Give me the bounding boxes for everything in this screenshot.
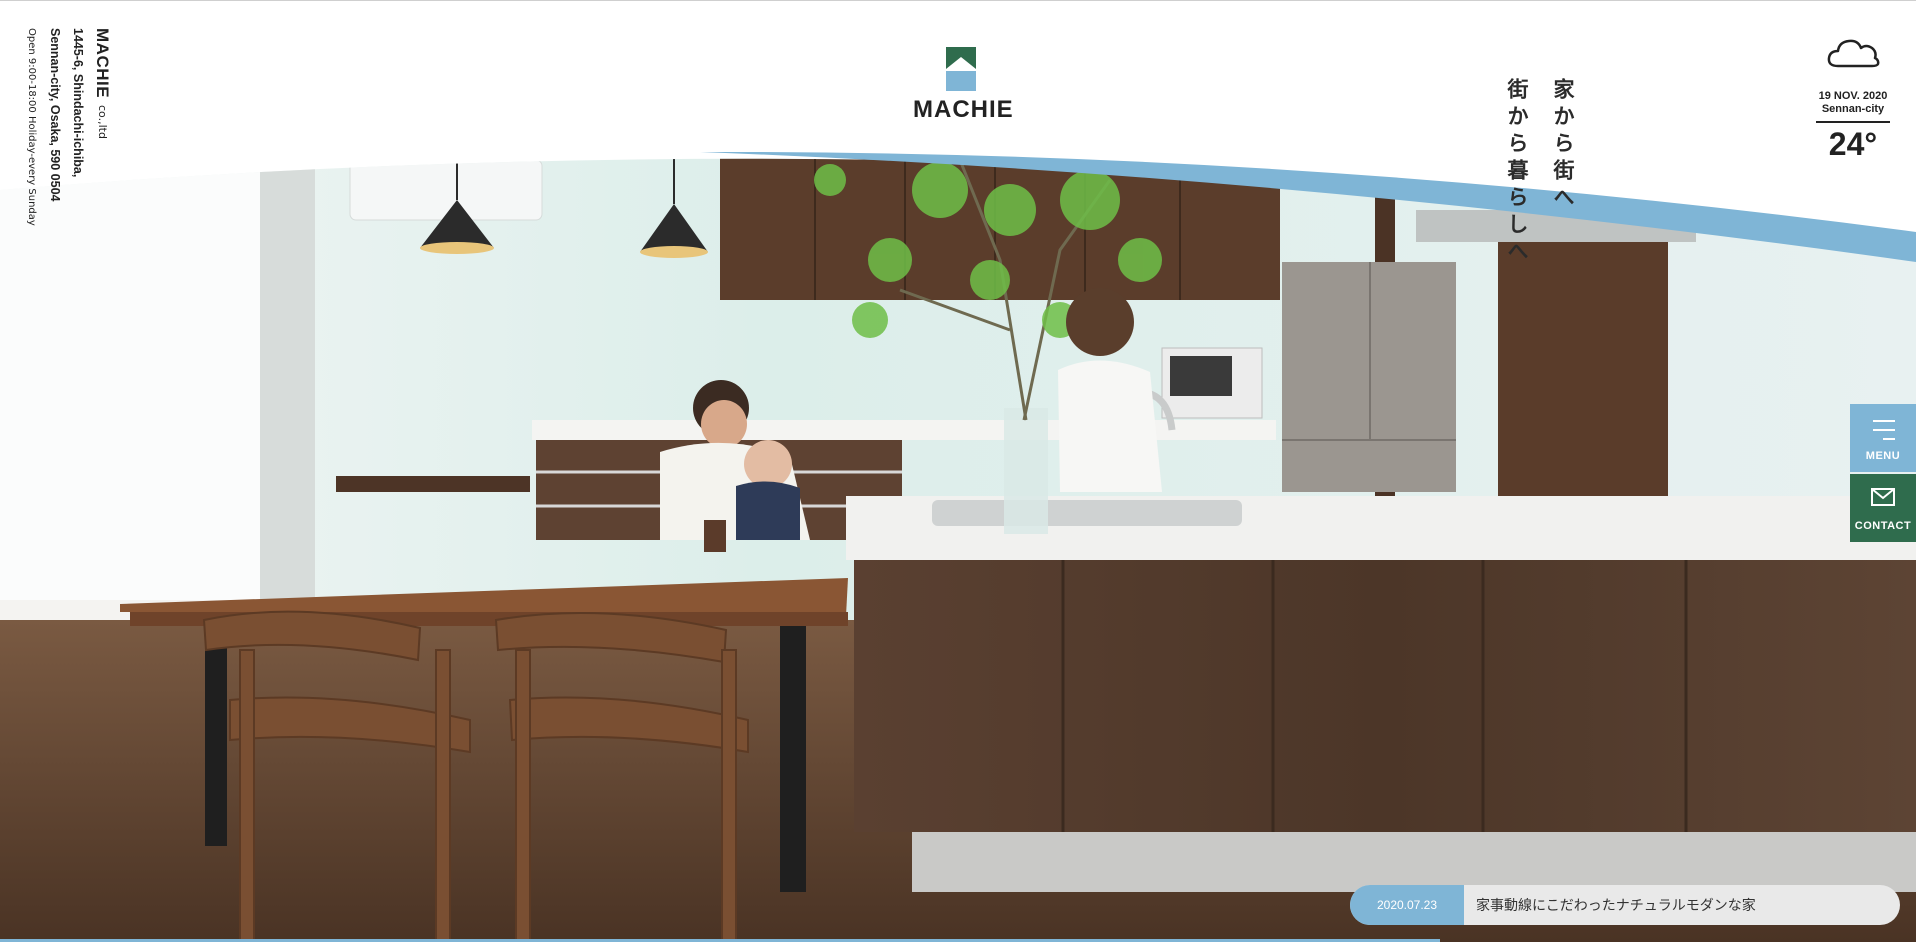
- news-title: 家事動線にこだわったナチュラルモダンな家: [1476, 898, 1756, 914]
- tagline: 家から街へ 街から暮らしへ: [1494, 78, 1586, 268]
- weather-temperature: 24°: [1828, 126, 1878, 162]
- cloud-icon: [1814, 36, 1892, 74]
- weather-date: 19 NOV. 2020: [1818, 90, 1888, 102]
- company-name: MACHIE: [93, 28, 112, 99]
- company-suffix: co.,ltd: [96, 105, 109, 140]
- company-address-line-2: Sennan-city, Osaka, 590 0504: [48, 28, 62, 202]
- site-logo[interactable]: MACHIE: [913, 47, 1014, 124]
- company-name-block: MACHIE co.,ltd: [92, 28, 112, 288]
- news-ticker[interactable]: 2020.07.23 家事動線にこだわったナチュラルモダンな家: [1350, 885, 1900, 925]
- hamburger-icon: [1873, 420, 1895, 447]
- company-info: MACHIE co.,ltd 1445-6, Shindachi-ichiba,…: [24, 28, 112, 288]
- menu-button[interactable]: MENU: [1850, 404, 1916, 472]
- tagline-line-2: 街から暮らしへ: [1505, 78, 1530, 267]
- contact-label: CONTACT: [1854, 520, 1912, 532]
- logo-text: MACHIE: [913, 96, 1014, 123]
- logo-mark-icon: [946, 47, 976, 91]
- mail-icon: [1871, 488, 1895, 510]
- news-date: 2020.07.23: [1350, 885, 1464, 925]
- weather-city: Sennan-city: [1821, 103, 1885, 115]
- company-hours: Open 9:00-18:00 Holiday-every Sunday: [26, 28, 37, 226]
- weather-divider: [1816, 121, 1890, 123]
- company-address-line-1: 1445-6, Shindachi-ichiba,: [71, 28, 85, 178]
- tagline-line-1: 家から街へ: [1551, 78, 1576, 213]
- menu-label: MENU: [1865, 450, 1901, 462]
- hero-image: [0, 0, 1916, 942]
- weather-widget: 19 NOV. 2020 Sennan-city 24°: [1814, 36, 1892, 161]
- contact-button[interactable]: CONTACT: [1850, 474, 1916, 542]
